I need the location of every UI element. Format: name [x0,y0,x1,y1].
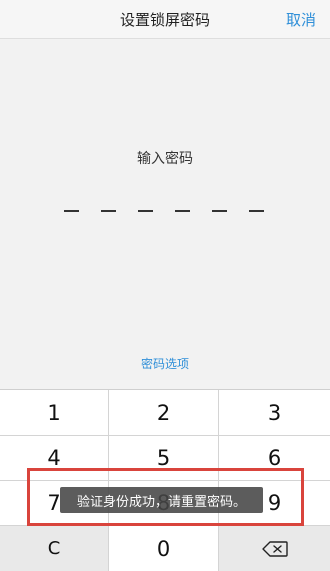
backspace-icon [261,540,288,557]
key-3[interactable]: 3 [219,390,330,435]
key-2[interactable]: 2 [109,390,218,435]
numeric-keypad: 1 2 3 4 5 6 7 8 9 C 0 [0,389,330,571]
password-slot [138,210,153,212]
backspace-button[interactable] [219,526,330,571]
password-slot [249,210,264,212]
key-clear[interactable]: C [0,526,108,571]
top-bar: 设置锁屏密码 取消 [0,0,330,39]
cancel-button[interactable]: 取消 [286,9,316,30]
key-6[interactable]: 6 [219,436,330,480]
key-0[interactable]: 0 [109,526,218,571]
password-slot [64,210,79,212]
password-slot [212,210,227,212]
password-dots [64,210,264,213]
key-5[interactable]: 5 [109,436,218,480]
password-slot [101,210,116,212]
page-title: 设置锁屏密码 [119,11,210,29]
password-prompt: 输入密码 [137,151,193,167]
password-options-link[interactable]: 密码选项 [0,355,330,372]
password-slot [175,210,190,212]
key-4[interactable]: 4 [0,436,108,480]
key-1[interactable]: 1 [0,390,108,435]
toast-message: 验证身份成功，请重置密码。 [60,487,263,513]
